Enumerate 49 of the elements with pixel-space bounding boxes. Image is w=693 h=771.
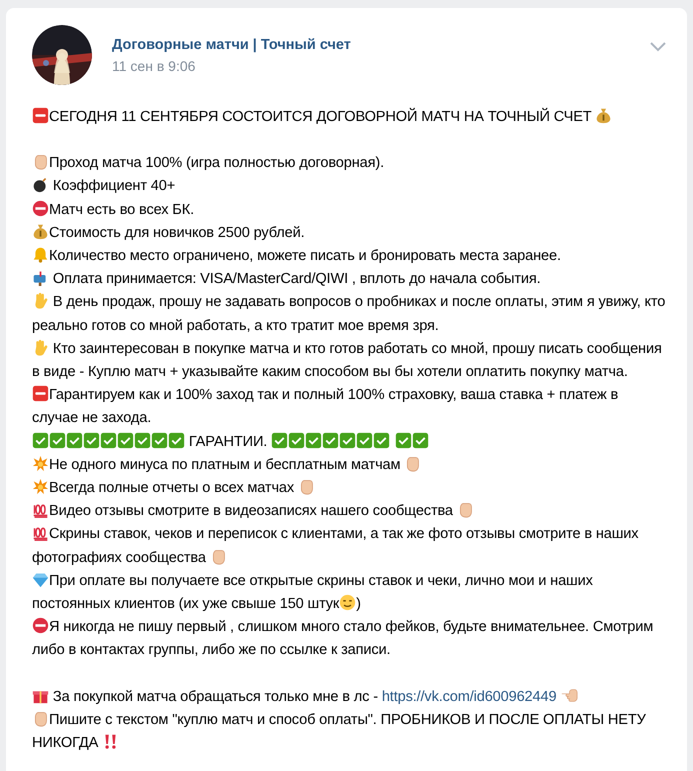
post-paragraph: Проход матча 100% (игра полностью договорная). [32,152,667,176]
checkmark-icon [271,432,288,449]
checkmark-icon [356,432,374,449]
diamond-icon [32,570,49,588]
community-name[interactable]: Договорные матчи | Точный счет [112,36,629,52]
post-paragraph: Матч есть во всех БК. [32,198,667,222]
post-paragraph: Всегда полные отчеты о всех матчах [32,477,667,500]
money-bag-icon [32,222,49,240]
checkmark-icon [412,432,430,449]
post-paragraph: Оплата принимается: VISA/MasterCard/QIWI , вплоть до начала события. [32,268,667,292]
checkmark-icon [322,432,340,449]
post-paragraph: В день продаж, прошу не задавать вопросов о пробниках и после оплаты, этим я увижу, кто реально готов со мной работать, а кто тратит мое время зря. [32,291,666,336]
no-entry-icon [32,200,49,217]
post-paragraph: Гарантируем как и 100% заход так и полный 100% страховку, ваша ставка + платеж в случае не захода. [32,384,620,428]
checkmark-icon [49,432,66,449]
post-paragraph: Скрины ставок, чеков и переписок с клиентами, а так же фото отзывы смотрите в наших фотографиях сообщества [32,523,640,568]
wink-smiley-icon [339,594,356,612]
post-paragraph: ГАРАНТИИ. [32,430,667,454]
post-paragraph: При оплате вы получаете все открытые скрины ставок и чеки, лично мои и наших постоянных клиентов (их уже свыше 150 штук ) [32,570,594,614]
post-paragraph: Коэффициент 40+ [32,175,667,199]
post-paragraph: Кто заинтересован в покупке матча и кто готов работать со мной, прошу писать сообщения в виде - Куплю матч + указывайте каким способом вы бы хотели оплатить покупку матча. [32,338,663,382]
post-paragraph: Количество место ограничено, можете писать и бронировать места заранее. [32,245,667,268]
checkmark-icon [134,432,151,449]
post-paragraph: СЕГОДНЯ 11 СЕНТЯБРЯ СОСТОИТСЯ ДОГОВОРНОЙ МАТЧ НА ТОЧНЫЙ СЧЕТ [32,106,667,130]
chevron-down-icon[interactable] [649,40,667,52]
money-bag-icon [595,107,612,124]
bomb-icon [32,176,49,194]
post-paragraph: Видео отзывы смотрите в видеозаписях нашего сообщества [32,500,667,524]
checkmark-icon [32,432,49,449]
profile-link[interactable]: https://vk.com/id600962449 [382,688,556,705]
post-paragraph: Я никогда не пишу первый , слишком много стало фейков, будьте внимательнее. Смотрим либо в контактах группы, либо же по ссылке к записи. [32,616,654,660]
post-paragraph: Не одного минуса по платным и бесплатным матчам [32,454,667,478]
post-paragraph: Пишите с текстом "куплю матч и способ оплаты". ПРОБНИКОВ И ПОСЛЕ ОПЛАТЫ НЕТУ НИКОГДА [32,708,647,754]
checkmark-icon [168,432,185,449]
checkmark-icon [117,432,134,449]
post-paragraph: Стоимость для новичков 2500 рублей. [32,222,667,246]
checkmark-icon [373,432,390,449]
checkmark-icon [339,432,356,449]
checkmark-icon [305,432,322,449]
no-entry-icon [32,617,49,634]
checkmark-icon [100,432,117,449]
checkmark-icon [288,432,306,449]
burst-icon [32,454,49,472]
checkmark-icon [66,432,83,449]
checkmark-icon [83,432,100,449]
burst-icon [32,478,49,496]
checkmark-icon [151,432,168,449]
post-paragraph: За покупкой матча обращаться только мне в лс - https://vk.com/id600962449 [32,686,667,709]
bell-icon [32,246,49,264]
